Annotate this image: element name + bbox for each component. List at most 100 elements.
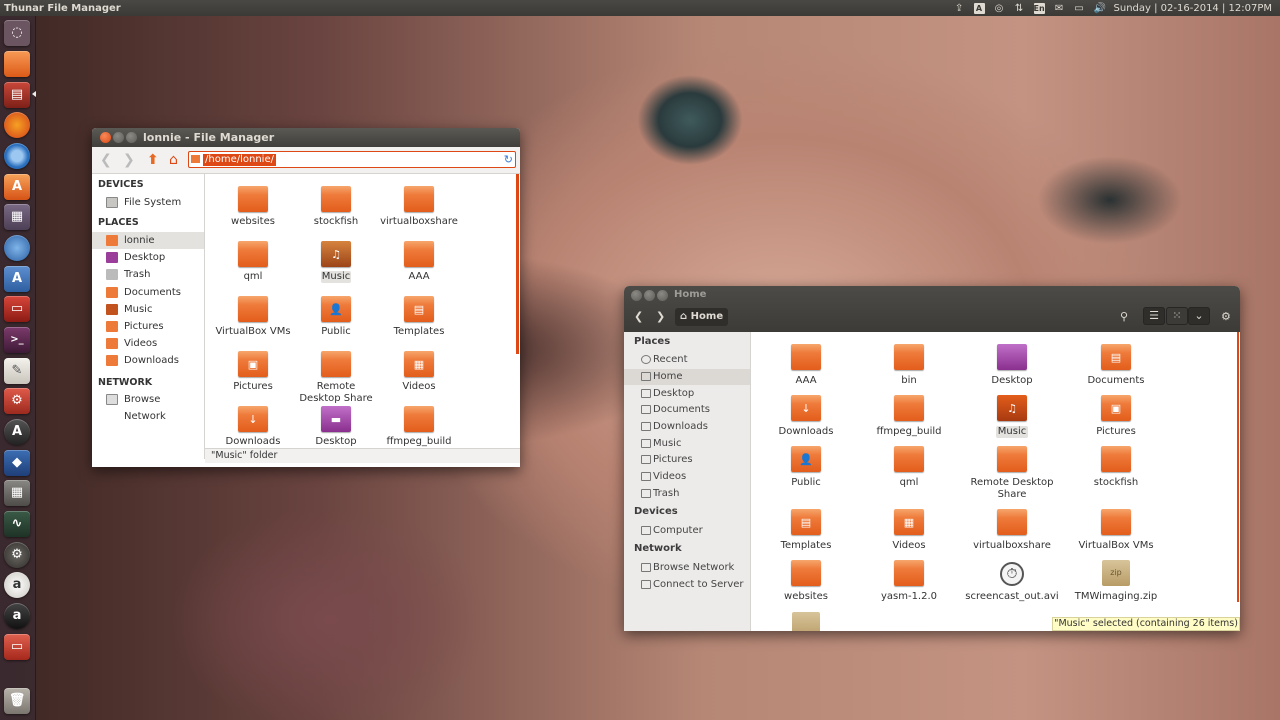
folder-icon: ▤: [404, 293, 434, 322]
trash-icon[interactable]: 🗑: [4, 688, 30, 714]
sidebar-item-downloads[interactable]: Downloads: [92, 352, 204, 369]
firefox-icon[interactable]: [4, 112, 30, 138]
files-icon[interactable]: [4, 51, 30, 77]
file-label: VirtualBox VMs: [215, 326, 291, 337]
sidebar-item-home[interactable]: Home: [624, 369, 750, 385]
sidebar-item-label: File System: [124, 197, 182, 208]
sidebar-item-computer[interactable]: Computer: [624, 523, 750, 539]
thunar-file-view[interactable]: websites stockfish virtualboxshare qml ♫ Musi…: [205, 174, 517, 448]
sidebar-item-label: lonnie: [124, 235, 155, 246]
text-editor-a-icon[interactable]: A: [4, 266, 30, 292]
folder-icon: ▦: [404, 348, 434, 377]
network-icon: [106, 394, 118, 405]
sidebar-item-file-system[interactable]: File System: [92, 194, 204, 211]
back-arrow-icon[interactable]: ❮: [100, 152, 112, 168]
update-manager-icon[interactable]: [4, 235, 30, 261]
close-button[interactable]: [631, 290, 642, 301]
settings-wheel-icon[interactable]: ◎: [994, 3, 1005, 14]
sidebar-item-desktop[interactable]: Desktop: [624, 386, 750, 402]
notes-icon[interactable]: ✎: [4, 358, 30, 384]
accessibility-a-icon[interactable]: A: [973, 2, 985, 14]
sidebar-item-label: Connect to Server: [653, 579, 744, 590]
home-icon[interactable]: ⌂: [169, 152, 178, 168]
nautilus-headerbar[interactable]: Home ❮ ❯ ⌂ Home ⚲ ☰ ⁙ ⌄ ⚙: [624, 286, 1240, 332]
sidebar-item-videos[interactable]: Videos: [624, 469, 750, 485]
sidebar-item-label: Trash: [124, 269, 151, 280]
sidebar-item-music[interactable]: Music: [624, 436, 750, 452]
back-arrow-icon[interactable]: ❮: [634, 310, 643, 324]
file-label: Templates: [393, 326, 445, 337]
sidebar-item-recent[interactable]: Recent: [624, 352, 750, 368]
mail-icon[interactable]: ✉: [1054, 3, 1065, 14]
file-label: yasm-1.2.0: [880, 591, 938, 602]
image-viewer-icon[interactable]: ▤: [4, 82, 30, 108]
maximize-button[interactable]: [657, 290, 668, 301]
calculator-icon[interactable]: ▦: [4, 480, 30, 506]
security-shield-icon[interactable]: ◆: [4, 450, 30, 476]
sidebar-item-trash[interactable]: Trash: [92, 266, 204, 283]
keyboard-en-icon[interactable]: En: [1033, 2, 1045, 14]
folder-icon: ▤: [791, 506, 821, 535]
sidebar-item-lonnie[interactable]: lonnie: [92, 232, 204, 249]
location-bar[interactable]: /home/lonnie/ ↻: [188, 151, 516, 168]
sidebar-item-downloads[interactable]: Downloads: [624, 419, 750, 435]
system-settings-icon[interactable]: ⚙: [4, 388, 30, 414]
system-monitor-icon[interactable]: ∿: [4, 511, 30, 537]
location-path[interactable]: /home/lonnie/: [203, 154, 276, 166]
grid-view-button[interactable]: ⁙: [1166, 307, 1188, 325]
font-viewer-icon[interactable]: a: [4, 572, 30, 598]
folder-icon: [106, 287, 118, 298]
network-header: NETWORK: [98, 377, 153, 388]
software-center-icon[interactable]: A: [4, 174, 30, 200]
sidebar-item-connect-to-server[interactable]: Connect to Server: [624, 577, 750, 593]
terminal-icon[interactable]: >_: [4, 327, 30, 353]
dash-home-icon[interactable]: ◌: [4, 20, 30, 46]
sidebar-item-browse-network[interactable]: Browse Network: [624, 560, 750, 576]
downloads-folder-icon: [106, 355, 118, 366]
nautilus-file-view[interactable]: AAA bin Desktop ▤ Documents ↓ Downloads ffmpeg_…: [751, 332, 1239, 631]
sidebar-item-pictures[interactable]: Pictures: [624, 452, 750, 468]
view-options-button[interactable]: ⌄: [1188, 307, 1210, 325]
sidebar-item-documents[interactable]: Documents: [624, 402, 750, 418]
gear-icon[interactable]: ⚙: [1221, 310, 1231, 324]
maximize-button[interactable]: [126, 132, 137, 143]
home-icon: ⌂: [680, 311, 688, 322]
thunar-toolbar: ❮ ❯ ⬆ ⌂ /home/lonnie/ ↻: [92, 147, 520, 174]
removable-drive-icon[interactable]: ▭: [4, 634, 30, 660]
amazon-icon[interactable]: a: [4, 603, 30, 629]
thunar-titlebar[interactable]: lonnie - File Manager: [92, 128, 520, 147]
reload-icon[interactable]: ↻: [504, 152, 513, 167]
minimize-button[interactable]: [644, 290, 655, 301]
ubuntu-one-icon[interactable]: A: [4, 419, 30, 445]
nautilus-scrollbar[interactable]: [1237, 332, 1239, 602]
path-bar-home-button[interactable]: ⌂ Home: [675, 308, 729, 326]
sidebar-item-trash[interactable]: Trash: [624, 486, 750, 502]
close-button[interactable]: [100, 132, 111, 143]
workspaces-icon[interactable]: ▦: [4, 204, 30, 230]
folder-icon: ▣: [238, 348, 268, 377]
up-arrow-icon[interactable]: ⬆: [147, 152, 159, 168]
presentation-icon[interactable]: ▭: [4, 296, 30, 322]
forward-arrow-icon[interactable]: ❯: [656, 310, 665, 324]
minimize-button[interactable]: [113, 132, 124, 143]
sidebar-item-music[interactable]: Music: [92, 301, 204, 318]
sidebar-item-videos[interactable]: Videos: [92, 335, 204, 352]
sidebar-item-desktop[interactable]: Desktop: [92, 249, 204, 266]
thunar-scrollbar[interactable]: [516, 174, 519, 354]
network-arrows-icon[interactable]: ⇅: [1014, 3, 1025, 14]
gear-settings-icon[interactable]: ⚙: [4, 542, 30, 568]
places-header: PLACES: [98, 217, 139, 228]
chromium-icon[interactable]: [4, 143, 30, 169]
battery-icon[interactable]: ▭: [1074, 3, 1085, 14]
search-icon[interactable]: ⚲: [1120, 310, 1128, 324]
volume-icon[interactable]: 🔊: [1094, 3, 1106, 14]
forward-arrow-icon[interactable]: ❯: [123, 152, 135, 168]
upload-icon[interactable]: ⇪: [954, 3, 965, 14]
sidebar-item-browse-network[interactable]: Browse Network: [92, 391, 204, 422]
list-view-button[interactable]: ☰: [1143, 307, 1165, 325]
sidebar-item-documents[interactable]: Documents: [92, 284, 204, 301]
sidebar-item-label: Music: [124, 304, 153, 315]
sidebar-item-pictures[interactable]: Pictures: [92, 318, 204, 335]
file-label: AAA: [795, 375, 817, 386]
clock[interactable]: Sunday | 02-16-2014 | 12:07PM: [1114, 3, 1272, 14]
